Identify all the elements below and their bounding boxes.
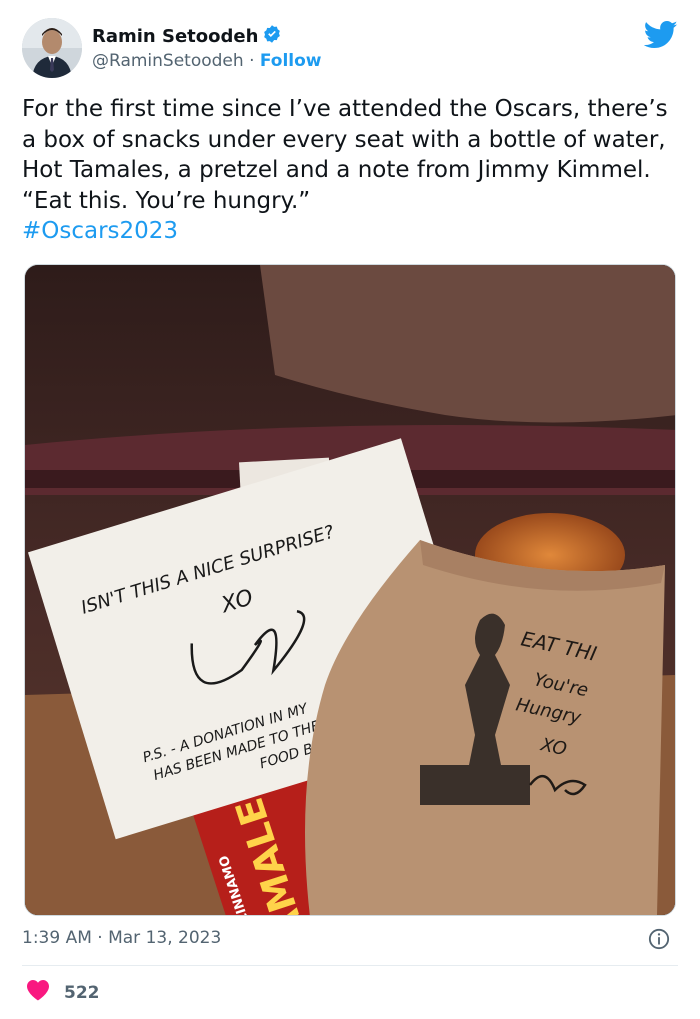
author-name[interactable]: Ramin Setoodeh: [92, 26, 258, 47]
heart-icon[interactable]: [26, 979, 50, 1006]
twitter-bird-icon[interactable]: [643, 20, 678, 50]
tweet-body: For the first time since I’ve attended t…: [22, 96, 668, 214]
tweet-text: For the first time since I’ve attended t…: [22, 94, 672, 247]
tweet-timestamp[interactable]: 1:39 AM · Mar 13, 2023: [22, 928, 221, 948]
tweet-header: Ramin Setoodeh @RaminSetoodeh · Follow: [22, 18, 678, 82]
separator: ·: [249, 51, 255, 71]
divider: [22, 965, 678, 966]
likes-row[interactable]: 522: [26, 979, 100, 1006]
verified-badge-icon: [262, 24, 282, 48]
photo-illustration: TAMALES CINNAMO ISN'T THIS A NICE SURPRI…: [25, 265, 675, 915]
info-icon[interactable]: [648, 928, 670, 950]
tweet-photo[interactable]: TAMALES CINNAMO ISN'T THIS A NICE SURPRI…: [24, 264, 676, 916]
avatar[interactable]: [22, 18, 82, 78]
author-name-row: Ramin Setoodeh: [92, 24, 282, 48]
hashtag-link[interactable]: #Oscars2023: [22, 216, 672, 247]
author-handle[interactable]: @RaminSetoodeh: [92, 51, 244, 71]
like-count: 522: [64, 982, 100, 1003]
author-handle-row: @RaminSetoodeh · Follow: [92, 51, 322, 71]
follow-button[interactable]: Follow: [260, 51, 322, 71]
